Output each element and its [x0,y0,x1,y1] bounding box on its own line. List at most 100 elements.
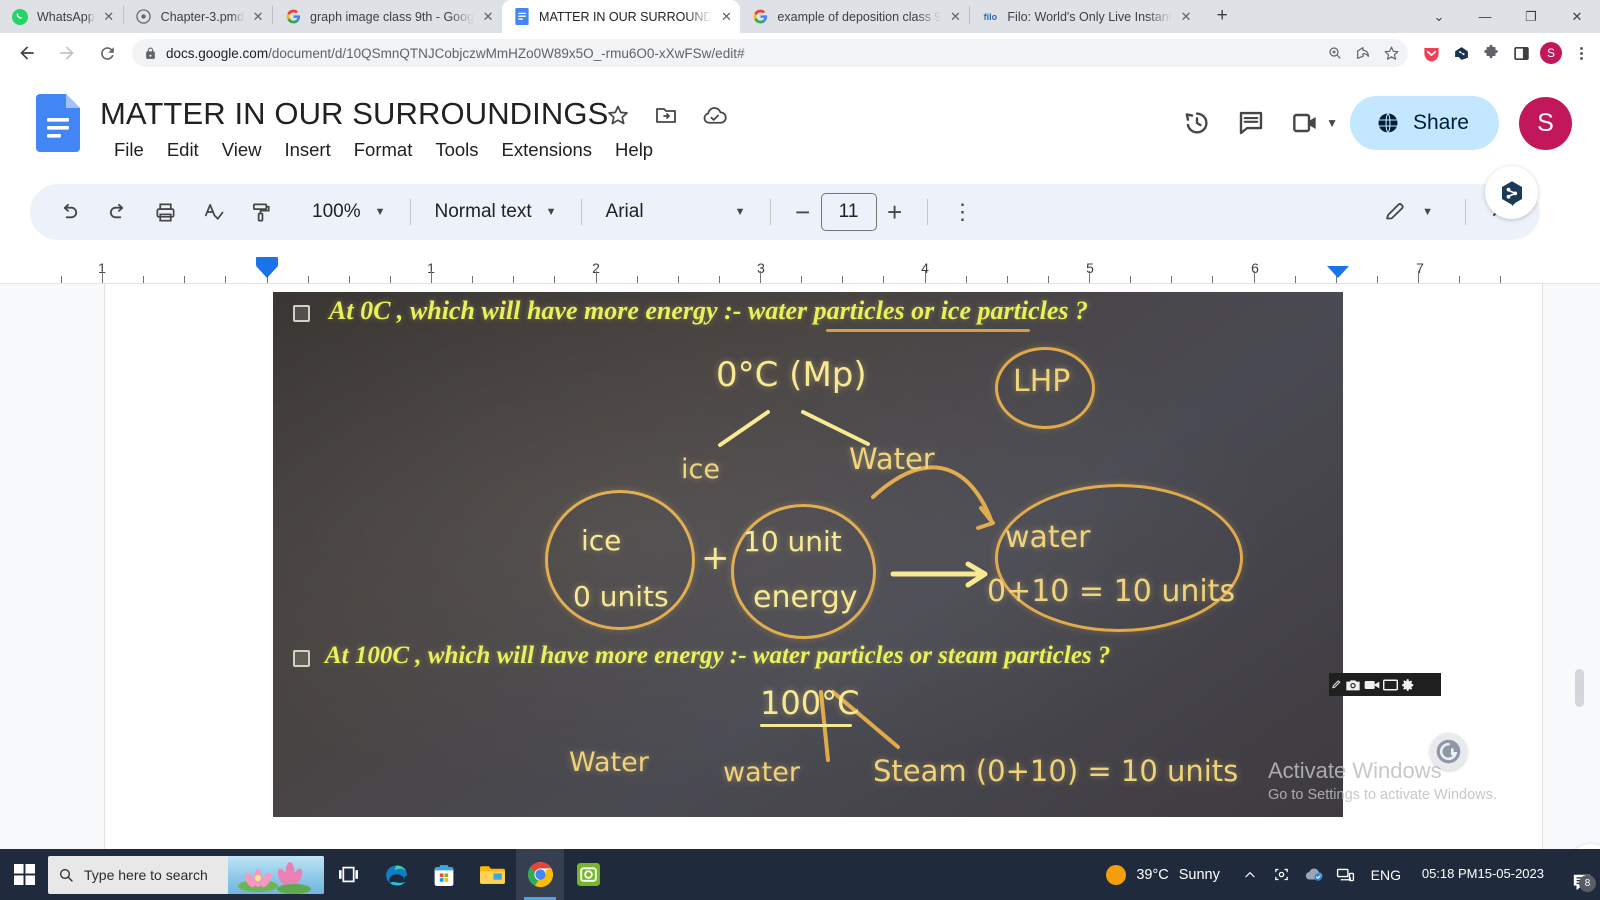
menu-file[interactable]: File [104,136,154,164]
microsoft-store-icon[interactable] [420,849,468,900]
sidepanel-icon[interactable] [1508,40,1534,66]
chrome-menu-button[interactable] [1568,40,1594,66]
meet-camera-icon[interactable] [1278,96,1332,150]
decrease-font-size-button[interactable]: − [785,197,821,228]
tab-close-button[interactable]: ✕ [716,7,736,27]
zoom-icon[interactable] [1322,40,1348,66]
left-indent-marker[interactable] [256,257,278,266]
chrome-icon[interactable] [516,849,564,900]
file-explorer-icon[interactable] [468,849,516,900]
grammarly-floating-button[interactable] [1430,733,1467,770]
draw-icon[interactable] [1331,679,1342,690]
font-family-select[interactable]: Arial ▼ [596,201,756,223]
redo-icon[interactable] [96,191,138,233]
menu-edit[interactable]: Edit [157,136,209,164]
browser-tab[interactable]: WhatsApp ✕ [0,0,123,33]
share-button[interactable]: Share [1349,96,1499,150]
side-panel-scrollbar[interactable] [1575,669,1584,707]
snipping-icon[interactable] [1266,849,1298,900]
task-view-icon[interactable] [324,849,372,900]
ruler-number: 6 [1251,260,1259,276]
pocket-icon[interactable] [1418,40,1444,66]
explore-button[interactable] [1485,166,1538,219]
paragraph-style-select[interactable]: Normal text ▼ [425,201,567,223]
close-window-button[interactable]: ✕ [1554,0,1600,33]
document-ruler[interactable]: 1 1 2 3 4 5 6 7 [0,250,1600,284]
spellcheck-icon[interactable] [192,191,234,233]
menu-view[interactable]: View [212,136,272,164]
more-options-button[interactable]: ⋮ [942,191,984,233]
document-page[interactable]: At 0C , which will have more energy :- w… [105,284,1543,894]
star-icon[interactable] [605,102,631,128]
editing-mode-dropdown-icon[interactable]: ▼ [1422,206,1433,218]
edge-icon[interactable] [372,849,420,900]
version-history-icon[interactable] [1170,96,1224,150]
notifications-icon[interactable]: 8 [1556,849,1600,900]
cloud-saved-icon[interactable] [701,102,727,128]
network-icon[interactable] [1330,849,1362,900]
browser-tab[interactable]: example of deposition class 9 ✕ [740,0,969,33]
address-bar[interactable]: docs.google.com/document/d/10QSmnQTNJCob… [132,39,1408,67]
menu-extensions[interactable]: Extensions [492,136,603,164]
tab-close-button[interactable]: ✕ [248,7,268,27]
docs-side-panel[interactable] [1542,284,1600,894]
profile-avatar[interactable]: S [1538,40,1564,66]
windows-start-icon[interactable] [0,849,48,900]
settings-gear-icon[interactable] [1401,678,1415,692]
tab-title: MATTER IN OUR SURROUND [539,9,713,24]
camera-icon[interactable] [1345,678,1361,692]
share-icon[interactable] [1350,40,1376,66]
more-kebab-icon: ⋮ [951,199,974,225]
zoom-select[interactable]: 100% ▼ [302,201,396,223]
paint-format-icon[interactable] [240,191,282,233]
right-indent-marker[interactable] [1327,266,1349,278]
screen-recorder-icon[interactable] [564,849,612,900]
screen-recorder-toolbar[interactable] [1329,673,1441,696]
bookmark-star-icon[interactable] [1378,40,1404,66]
browser-tab[interactable]: filo Filo: World's Only Live Instant ✕ [970,0,1200,33]
tab-search-icon[interactable]: ⌄ [1416,0,1462,33]
move-to-folder-icon[interactable] [653,102,679,128]
forward-button[interactable] [50,36,84,70]
browser-tab[interactable]: Chapter-3.pmd ✕ [124,0,272,33]
taskbar-search-box[interactable]: Type here to search [48,855,324,894]
left-indent-triangle-icon[interactable] [256,266,278,278]
comment-icon[interactable] [1224,96,1278,150]
video-icon[interactable] [1364,679,1380,691]
language-indicator[interactable]: ENG [1362,849,1410,900]
increase-font-size-button[interactable]: + [877,197,913,228]
new-tab-button[interactable]: + [1208,2,1236,30]
water-center-label: water [723,757,800,788]
browser-tab[interactable]: graph image class 9th - Goog ✕ [273,0,502,33]
onedrive-icon[interactable] [1298,849,1330,900]
reload-button[interactable] [90,36,124,70]
grammarly-icon[interactable] [1448,40,1474,66]
window-icon[interactable] [1383,678,1398,691]
maximize-button[interactable]: ❐ [1508,0,1554,33]
menu-insert[interactable]: Insert [274,136,340,164]
tab-close-button[interactable]: ✕ [1176,7,1196,27]
tab-close-button[interactable]: ✕ [945,7,965,27]
font-size-input[interactable]: 11 [820,193,877,231]
document-canvas[interactable]: At 0C , which will have more energy :- w… [0,284,1600,894]
menu-help[interactable]: Help [605,136,663,164]
taskbar-clock[interactable]: 05:18 PM 15-05-2023 [1410,865,1556,883]
google-docs-logo-icon[interactable] [36,94,80,152]
menu-format[interactable]: Format [344,136,423,164]
print-icon[interactable] [144,191,186,233]
document-title[interactable]: MATTER IN OUR SURROUNDINGS [100,96,608,132]
weather-widget[interactable]: 39°C Sunny [1092,864,1234,885]
account-avatar[interactable]: S [1519,96,1572,150]
meet-dropdown-caret-icon[interactable]: ▼ [1326,116,1338,130]
browser-tab-active[interactable]: MATTER IN OUR SURROUND ✕ [502,0,741,33]
back-button[interactable] [10,36,44,70]
tray-expand-chevron-up-icon[interactable] [1234,849,1266,900]
editing-mode-pencil-icon[interactable] [1374,191,1416,233]
menu-tools[interactable]: Tools [425,136,488,164]
handwritten-notes-photo[interactable]: At 0C , which will have more energy :- w… [273,292,1343,817]
tab-close-button[interactable]: ✕ [99,7,119,27]
puzzle-extensions-icon[interactable] [1478,40,1504,66]
minimize-button[interactable]: — [1462,0,1508,33]
tab-close-button[interactable]: ✕ [478,7,498,27]
undo-icon[interactable] [48,191,90,233]
